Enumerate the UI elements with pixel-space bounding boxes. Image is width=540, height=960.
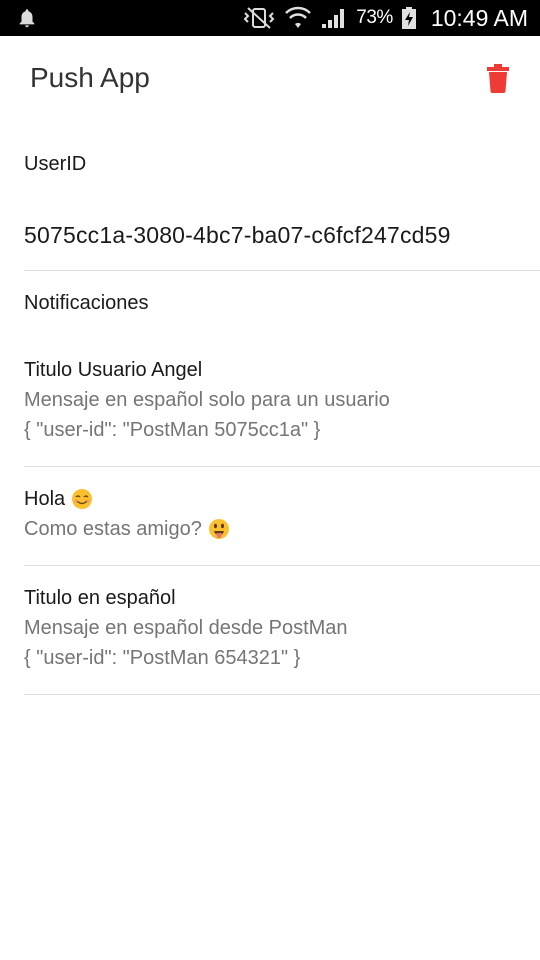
vibrate-icon	[243, 7, 275, 29]
notification-title: Titulo Usuario Angel	[24, 359, 203, 381]
notification-item[interactable]: Titulo Usuario Angel Mensaje en español …	[24, 355, 540, 445]
smiling-face-emoji-icon	[72, 489, 93, 509]
wifi-icon	[285, 6, 312, 28]
app-title: Push App	[30, 62, 150, 93]
notification-title-row: Hola	[24, 484, 540, 514]
trash-icon	[487, 64, 509, 93]
battery-percent: 73%	[356, 7, 393, 28]
divider	[24, 565, 540, 566]
signal-icon	[322, 9, 345, 28]
notification-body: Como estas amigo?	[24, 518, 202, 540]
notification-item[interactable]: Hola Como estas amigo?	[24, 484, 540, 544]
notification-title: Hola	[24, 488, 66, 510]
clock: 10:49 AM	[430, 4, 528, 31]
notification-body: Mensaje en español desde PostMan	[24, 617, 348, 639]
app-bar: Push App	[0, 36, 540, 120]
notification-item[interactable]: Titulo en español Mensaje en español des…	[24, 583, 540, 673]
userid-label: UserID	[24, 153, 87, 175]
delete-all-button[interactable]	[480, 60, 516, 96]
notifications-label: Notificaciones	[24, 292, 149, 314]
status-bar: 73% 10:49 AM	[0, 0, 540, 36]
notification-body-row: Como estas amigo?	[24, 514, 540, 544]
userid-value: 5075cc1a-3080-4bc7-ba07-c6fcf247cd59	[24, 222, 451, 248]
notification-bell-icon	[19, 9, 35, 28]
divider	[24, 694, 540, 695]
notification-data: { "user-id": "PostMan 654321" }	[24, 647, 301, 669]
divider	[24, 466, 540, 467]
divider	[24, 270, 540, 271]
notification-body: Mensaje en español solo para un usuario	[24, 389, 390, 411]
face-with-tongue-emoji-icon	[208, 519, 229, 539]
notification-data: { "user-id": "PostMan 5075cc1a" }	[24, 419, 321, 441]
battery-charging-icon	[401, 7, 416, 29]
notification-title: Titulo en español	[24, 587, 176, 609]
